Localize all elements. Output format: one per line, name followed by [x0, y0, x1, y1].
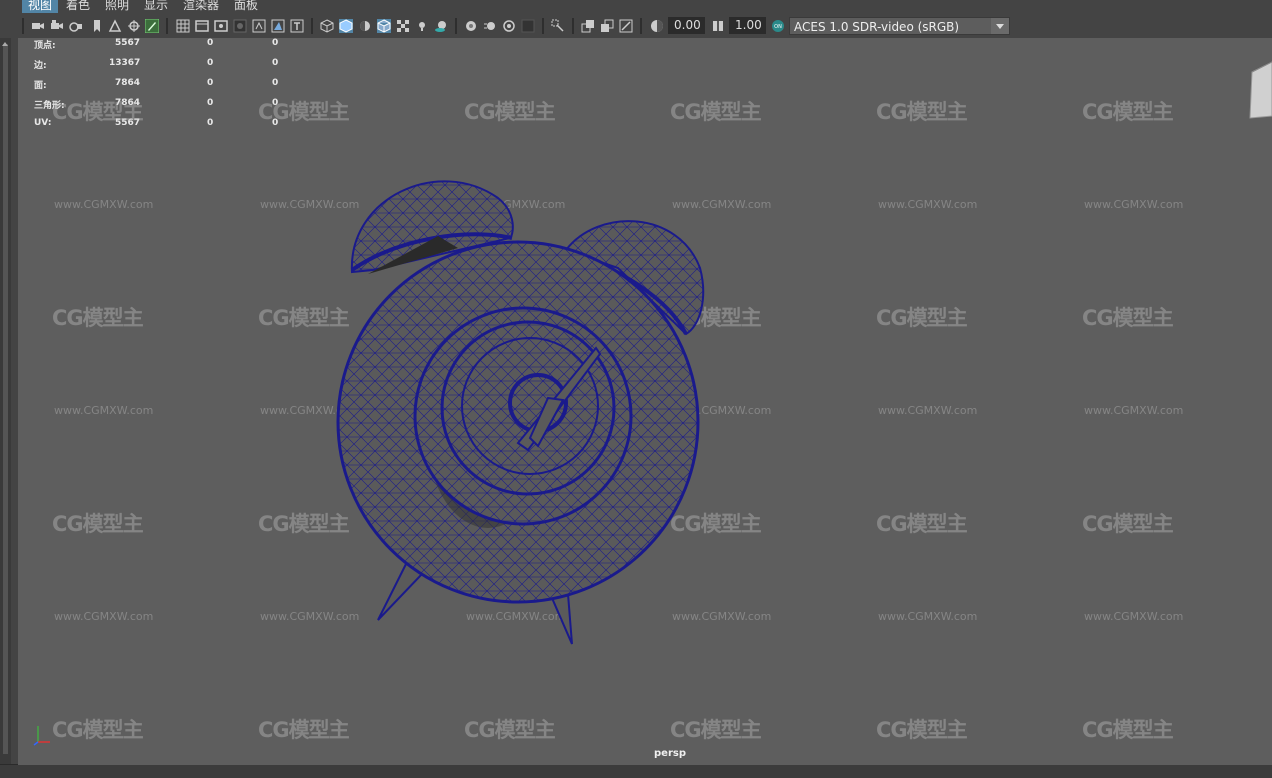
exposure-field[interactable]: 0.00: [668, 17, 705, 34]
alarm-clock-model[interactable]: [18, 38, 1272, 765]
chevron-down-icon: [991, 18, 1009, 34]
motion-blur-icon[interactable]: [483, 19, 497, 33]
depth-of-field-icon[interactable]: [521, 19, 535, 33]
left-scrollbar[interactable]: [0, 38, 11, 764]
toolbar-separator: [166, 18, 168, 34]
menu-lighting[interactable]: 照明: [99, 0, 135, 13]
exposure-icon[interactable]: [650, 19, 664, 33]
image-plane-icon[interactable]: [108, 19, 122, 33]
film-gate-icon[interactable]: [195, 19, 209, 33]
axis-gizmo-icon: [33, 726, 50, 746]
use-all-lights-icon[interactable]: [415, 19, 429, 33]
menu-shading[interactable]: 着色: [60, 0, 96, 13]
safe-title-icon[interactable]: [290, 19, 304, 33]
grease-pencil-icon[interactable]: [145, 19, 159, 33]
menu-bar: 视图 着色 照明 显示 渲染器 面板: [0, 0, 1272, 14]
backface-culling-icon[interactable]: [619, 19, 633, 33]
toolbar-separator: [640, 18, 642, 34]
camera-label: persp: [654, 748, 686, 759]
screen-space-ao-icon[interactable]: [464, 19, 478, 33]
field-chart-icon[interactable]: [252, 19, 266, 33]
svg-text:ON: ON: [774, 24, 782, 30]
clock-body: [336, 240, 700, 604]
right-leg: [550, 592, 573, 645]
panel-border: [11, 38, 18, 764]
bottom-border: [0, 765, 1272, 778]
menu-renderer[interactable]: 渲染器: [177, 0, 225, 13]
select-camera-icon[interactable]: [31, 19, 45, 33]
safe-action-icon[interactable]: [271, 19, 285, 33]
bookmark-icon[interactable]: [90, 19, 104, 33]
colorspace-value: ACES 1.0 SDR-video (sRGB): [794, 20, 960, 34]
toolbar-separator: [572, 18, 574, 34]
resolution-gate-icon[interactable]: [214, 19, 228, 33]
toolbar-separator: [22, 18, 24, 34]
xray-active-components-icon[interactable]: [600, 19, 614, 33]
bookmark-camera-icon[interactable]: [69, 19, 83, 33]
toolbar-separator: [311, 18, 313, 34]
wireframe-cube-icon[interactable]: [320, 19, 334, 33]
gamma-field[interactable]: 1.00: [729, 17, 766, 34]
menu-view[interactable]: 视图: [22, 0, 59, 13]
scrollbar-track-icon: [2, 42, 8, 754]
toolbar-separator: [542, 18, 544, 34]
shadows-icon[interactable]: [434, 19, 448, 33]
gamma-icon[interactable]: [711, 19, 725, 33]
camera-attributes-icon[interactable]: [50, 19, 64, 33]
wireframe-on-shaded-icon[interactable]: [377, 19, 391, 33]
toolbar-separator: [455, 18, 457, 34]
gate-mask-icon[interactable]: [233, 19, 247, 33]
two-d-pan-zoom-icon[interactable]: [127, 19, 141, 33]
xray-joints-icon[interactable]: [581, 19, 595, 33]
multisample-aa-icon[interactable]: [502, 19, 516, 33]
smooth-shade-cube-icon[interactable]: [339, 19, 353, 33]
color-management-icon[interactable]: ON: [771, 19, 785, 33]
menu-show[interactable]: 显示: [138, 0, 174, 13]
default-material-icon[interactable]: [358, 19, 372, 33]
viewport-toolbar: 0.00 1.00 ON ACES 1.0 SDR-video (sRGB): [0, 14, 1272, 39]
isolate-select-icon[interactable]: [551, 19, 565, 33]
view-cube-icon[interactable]: [1246, 58, 1272, 124]
grid-icon[interactable]: [176, 19, 190, 33]
xray-icon[interactable]: [396, 19, 410, 33]
colorspace-dropdown[interactable]: ACES 1.0 SDR-video (sRGB): [789, 17, 1010, 35]
3d-viewport[interactable]: 顶点: 5567 0 0 边: 13367 0 0 面: 7864 0 0 三角…: [18, 38, 1272, 765]
menu-panels[interactable]: 面板: [228, 0, 264, 13]
